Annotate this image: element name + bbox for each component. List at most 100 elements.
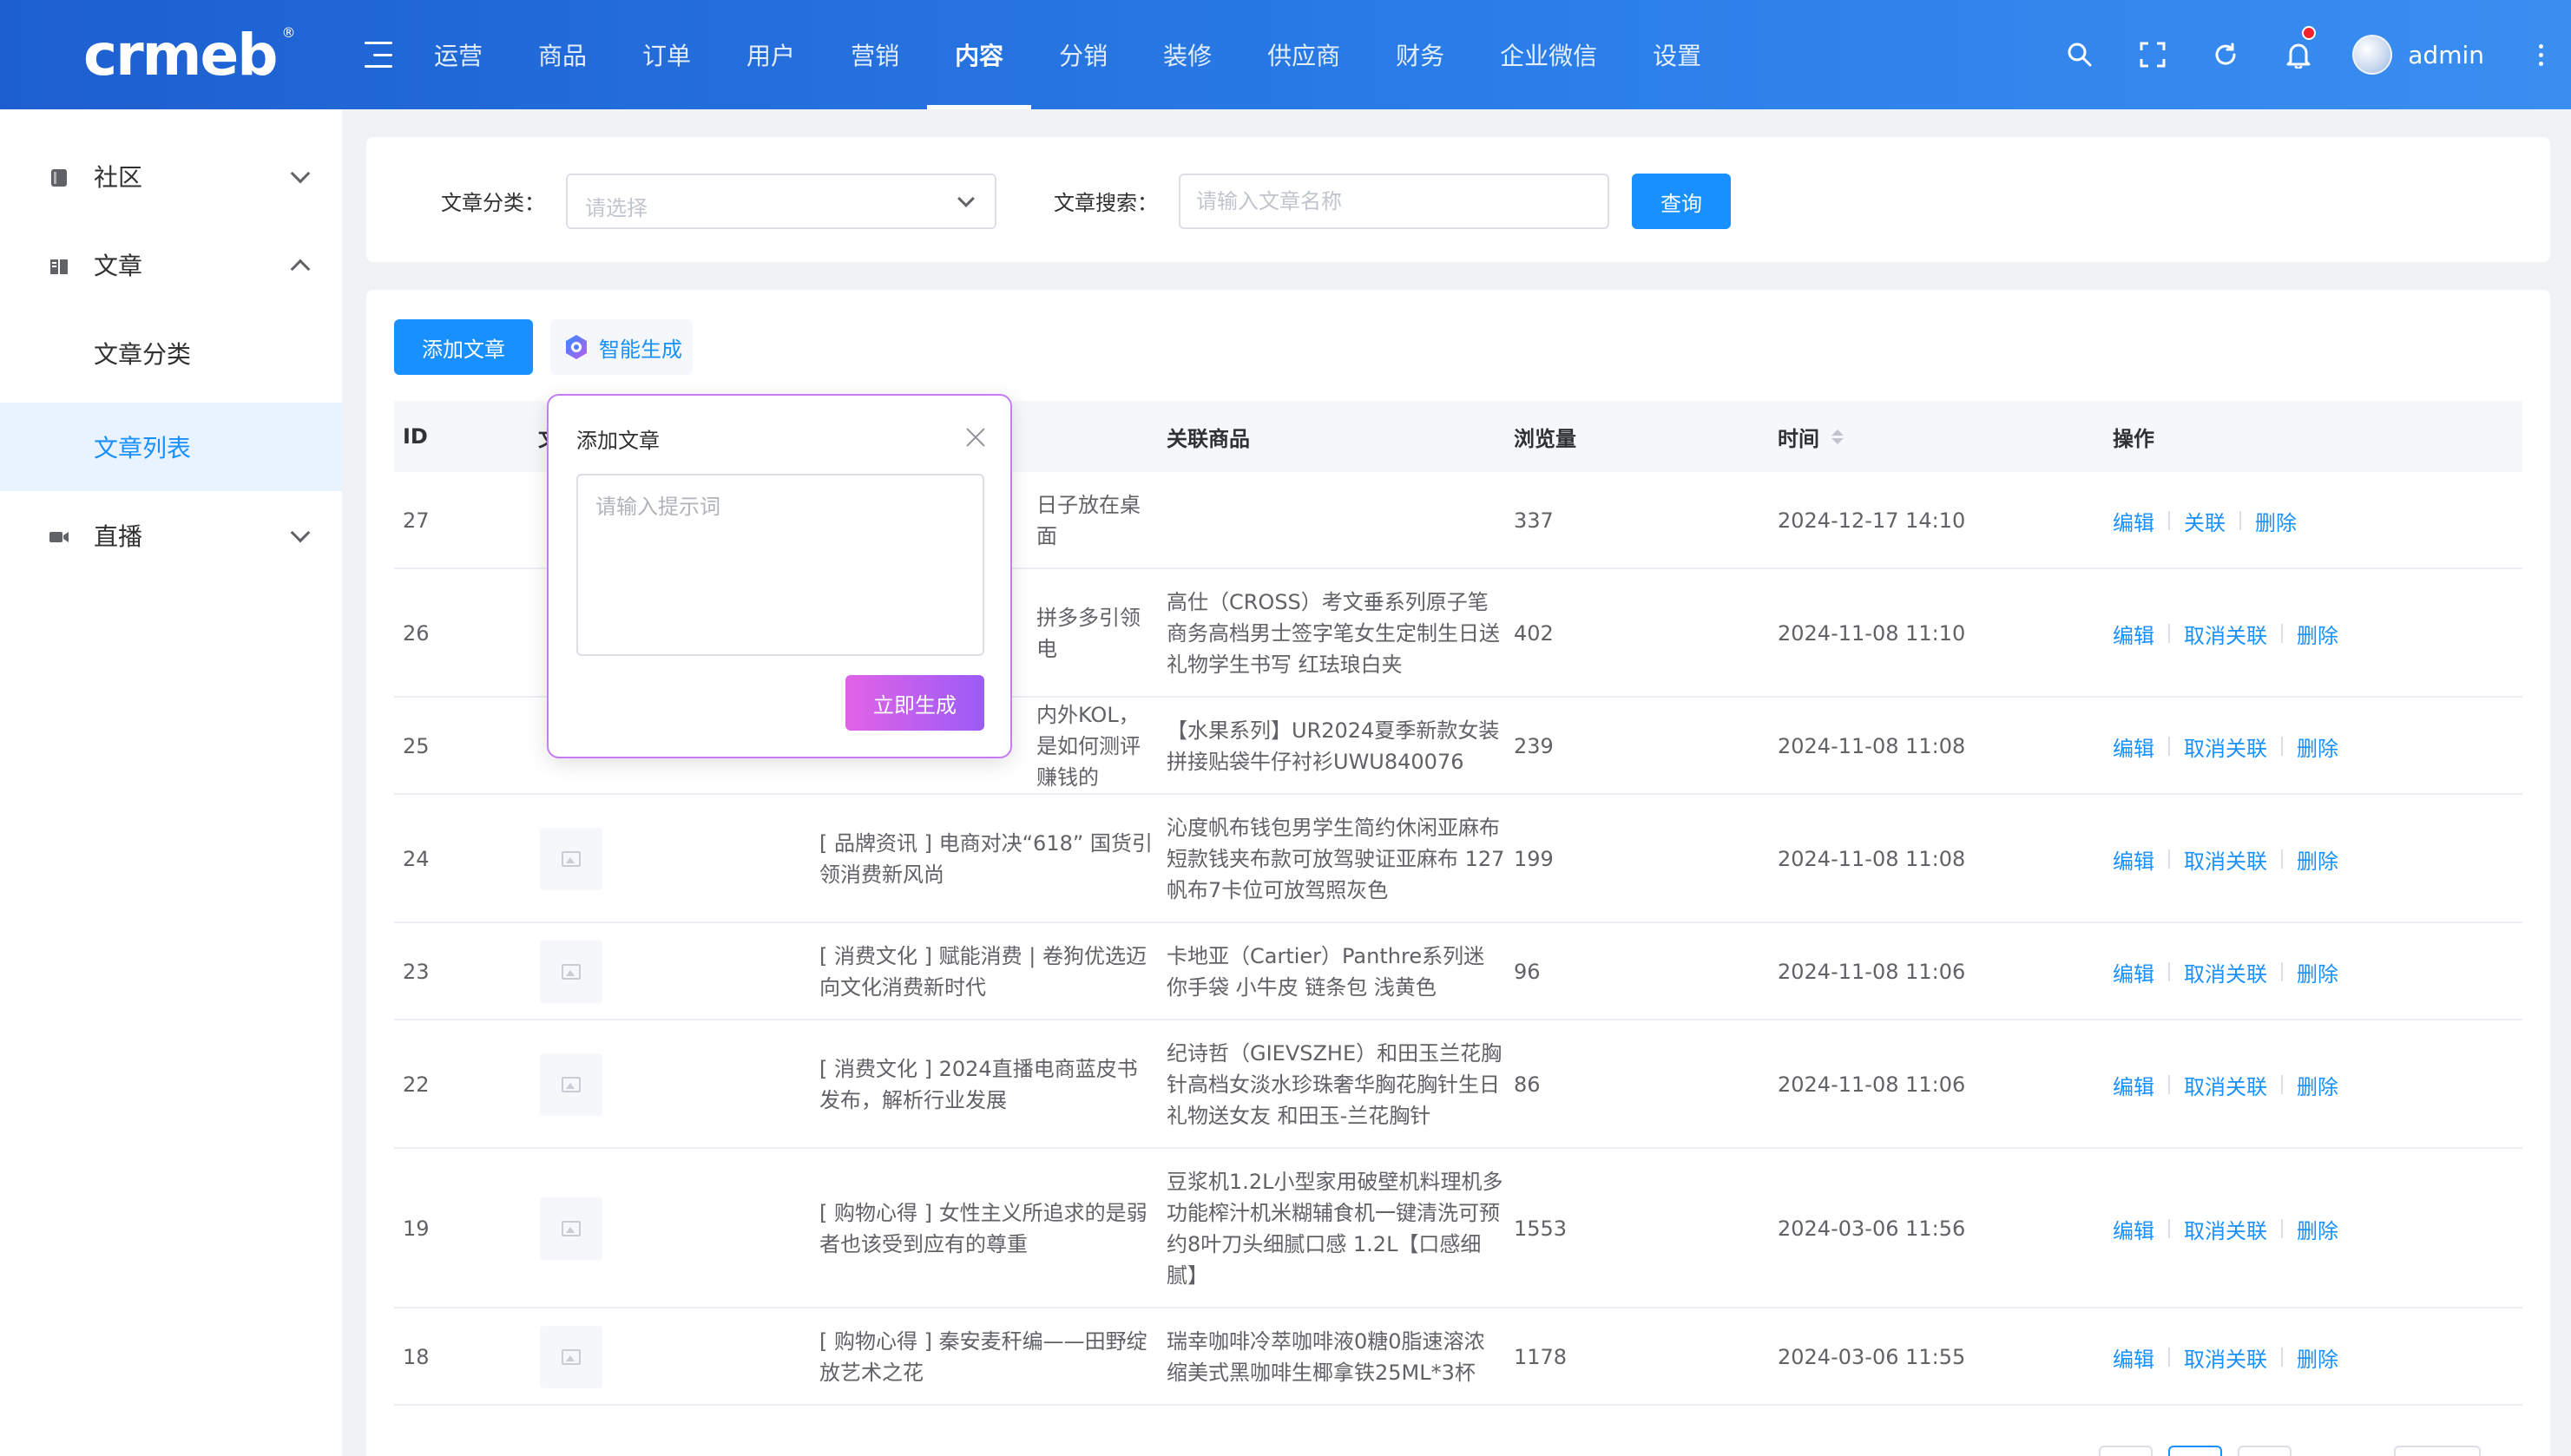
- time-cell-text: 2024-11-08 11:10: [1778, 621, 1966, 646]
- article-search-input[interactable]: [1179, 174, 1609, 229]
- chevron-down-icon: [957, 190, 975, 207]
- views-cell-text: 1178: [1514, 1345, 1568, 1369]
- action-divider: [2168, 1075, 2170, 1094]
- delete-link[interactable]: 删除: [2297, 1070, 2338, 1100]
- linked-product-cell: 卡地亚（Cartier）Panthre系列迷你手袋 小牛皮 链条包 浅黄色: [1167, 923, 1505, 1020]
- edit-link[interactable]: 编辑: [2113, 957, 2154, 987]
- nav-item[interactable]: 用户: [719, 0, 823, 109]
- search-filter-label: 文章搜索：: [1054, 191, 1158, 215]
- linked-product-cell: 【水果系列】UR2024夏季新款女装拼接贴袋牛仔衬衫UWU840076: [1167, 698, 1505, 795]
- nav-item[interactable]: 企业微信: [1472, 0, 1625, 109]
- sidebar-item-live[interactable]: 直播: [0, 491, 342, 580]
- table-row: 22 [ 消费文化 ] 2024直播电商蓝皮书发布，解析行业发展 纪诗哲（GIEVS…: [394, 1020, 2522, 1149]
- unlink-product-link[interactable]: 取消关联: [2184, 844, 2267, 875]
- crmeb-logo[interactable]: crmeb ®: [83, 22, 295, 89]
- article-thumbnail[interactable]: [540, 1326, 602, 1388]
- ai-generate-button[interactable]: 智能生成: [550, 319, 693, 375]
- pagination-size-select[interactable]: [2394, 1446, 2481, 1456]
- column-header-time[interactable]: 时间: [1778, 401, 1844, 472]
- column-header-product: 关联商品: [1167, 426, 1250, 451]
- generate-now-button[interactable]: 立即生成: [845, 675, 984, 731]
- article-thumbnail[interactable]: [540, 1197, 602, 1260]
- nav-item[interactable]: 装修: [1135, 0, 1239, 109]
- unlink-product-link[interactable]: 取消关联: [2184, 1342, 2267, 1373]
- sidebar-item-article-list[interactable]: 文章列表: [0, 403, 342, 491]
- nav-item[interactable]: 运营: [406, 0, 510, 109]
- edit-link[interactable]: 编辑: [2113, 1342, 2154, 1373]
- column-header-id: ID: [403, 424, 428, 449]
- time-cell: 2024-12-17 14:10: [1778, 472, 2073, 569]
- column-header-time-label: 时间: [1778, 426, 1819, 451]
- article-thumbnail[interactable]: [540, 1053, 602, 1116]
- views-cell: 239: [1514, 698, 1687, 795]
- pagination-page-button[interactable]: [2168, 1446, 2222, 1456]
- article-title-cell-text: 日子放在桌面: [1036, 493, 1141, 548]
- sidebar-item-article[interactable]: 文章: [0, 220, 342, 309]
- article-thumbnail[interactable]: [540, 941, 602, 1003]
- nav-item[interactable]: 营销: [823, 0, 927, 109]
- prompt-input[interactable]: [576, 474, 984, 656]
- nav-item[interactable]: 分销: [1031, 0, 1135, 109]
- close-icon[interactable]: [965, 427, 986, 448]
- nav-item[interactable]: 设置: [1625, 0, 1729, 109]
- more-vertical-icon[interactable]: [2519, 0, 2562, 109]
- unlink-product-link[interactable]: 取消关联: [2184, 731, 2267, 762]
- delete-link[interactable]: 删除: [2297, 1342, 2338, 1373]
- linked-product-cell: [1167, 472, 1505, 569]
- pagination-page-button[interactable]: [2238, 1446, 2292, 1456]
- nav-item[interactable]: 订单: [615, 0, 719, 109]
- article-title-cell-text: [ 消费文化 ] 赋能消费 | 卷狗优选迈向文化消费新时代: [819, 944, 1147, 1000]
- delete-link[interactable]: 删除: [2297, 844, 2338, 875]
- sort-icon[interactable]: [1831, 429, 1844, 444]
- sidebar-item-community[interactable]: 社区: [0, 132, 342, 220]
- pagination-prev-button[interactable]: [2099, 1446, 2153, 1456]
- time-cell-text: 2024-11-08 11:08: [1778, 734, 1966, 758]
- edit-link[interactable]: 编辑: [2113, 506, 2154, 536]
- nav-item[interactable]: 财务: [1368, 0, 1472, 109]
- search-icon[interactable]: [2043, 0, 2116, 109]
- unlink-product-link[interactable]: 取消关联: [2184, 957, 2267, 987]
- avatar[interactable]: [2352, 35, 2393, 75]
- nav-item[interactable]: 商品: [510, 0, 615, 109]
- delete-link[interactable]: 删除: [2297, 1214, 2338, 1244]
- action-divider: [2281, 1348, 2283, 1367]
- menu-toggle-icon[interactable]: [365, 42, 392, 68]
- edit-link[interactable]: 编辑: [2113, 731, 2154, 762]
- linked-product-cell-text: 瑞幸咖啡冷萃咖啡液0糖0脂速溶浓缩美式黑咖啡生椰拿铁25ML*3杯: [1167, 1329, 1485, 1385]
- sidebar-item-article-category[interactable]: 文章分类: [0, 309, 342, 397]
- username[interactable]: admin: [2408, 41, 2484, 69]
- add-article-button[interactable]: 添加文章: [394, 319, 533, 375]
- article-title-cell-text: [ 品牌资讯 ] 电商对决“618” 国货引领消费新风尚: [819, 831, 1153, 887]
- delete-link[interactable]: 删除: [2297, 957, 2338, 987]
- table-row: 18 [ 购物心得 ] 秦安麦秆编——田野绽放艺术之花 瑞幸咖啡冷萃咖啡液0糖0脂速…: [394, 1308, 2522, 1406]
- link-product-link[interactable]: 关联: [2184, 506, 2226, 536]
- nav-item[interactable]: 内容: [927, 0, 1032, 109]
- nav-item[interactable]: 供应商: [1239, 0, 1368, 109]
- edit-link[interactable]: 编辑: [2113, 844, 2154, 875]
- category-select[interactable]: 请选择: [566, 174, 996, 229]
- views-cell: 96: [1514, 923, 1687, 1020]
- edit-link[interactable]: 编辑: [2113, 1214, 2154, 1244]
- time-cell-text: 2024-03-06 11:56: [1778, 1217, 1966, 1241]
- edit-link[interactable]: 编辑: [2113, 619, 2154, 649]
- article-title-cell-text: 拼多多引领电: [1036, 606, 1141, 661]
- linked-product-cell-text: 纪诗哲（GIEVSZHE）和田玉兰花胸针高档女淡水珍珠奢华胸花胸针生日礼物送女友…: [1167, 1041, 1502, 1128]
- refresh-icon[interactable]: [2189, 0, 2262, 109]
- fullscreen-icon[interactable]: [2116, 0, 2189, 109]
- article-title-cell-text: [ 消费文化 ] 2024直播电商蓝皮书发布，解析行业发展: [819, 1057, 1138, 1112]
- article-title-cell: [ 品牌资讯 ] 电商对决“618” 国货引领消费新风尚: [819, 795, 1158, 923]
- registered-mark: ®: [281, 24, 296, 41]
- notification-bell-icon[interactable]: [2262, 0, 2335, 109]
- unlink-product-link[interactable]: 取消关联: [2184, 1070, 2267, 1100]
- delete-link[interactable]: 删除: [2297, 731, 2338, 762]
- article-title-cell-text: [ 购物心得 ] 女性主义所追求的是弱者也该受到应有的尊重: [819, 1201, 1147, 1256]
- edit-link[interactable]: 编辑: [2113, 1070, 2154, 1100]
- delete-link[interactable]: 删除: [2297, 619, 2338, 649]
- id-cell-text: 19: [403, 1217, 430, 1241]
- unlink-product-link[interactable]: 取消关联: [2184, 619, 2267, 649]
- delete-link[interactable]: 删除: [2255, 506, 2297, 536]
- article-thumbnail[interactable]: [540, 828, 602, 890]
- query-button[interactable]: 查询: [1632, 174, 1731, 229]
- unlink-product-link[interactable]: 取消关联: [2184, 1214, 2267, 1244]
- header-actions: admin: [2043, 0, 2571, 109]
